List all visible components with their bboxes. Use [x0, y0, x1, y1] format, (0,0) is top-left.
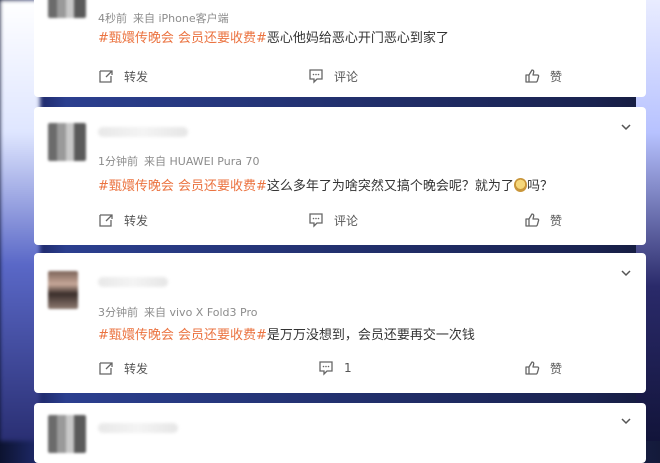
- repost-button[interactable]: 转发: [98, 210, 148, 230]
- comment-card: [34, 403, 646, 463]
- comment-label: 评论: [334, 69, 359, 84]
- like-label: 赞: [550, 69, 563, 84]
- repost-label: 转发: [124, 361, 149, 376]
- topic-link[interactable]: #甄嬛传晚会 会员还要收费#: [98, 328, 267, 343]
- action-bar: 转发 评论 赞: [34, 66, 646, 86]
- repost-button[interactable]: 转发: [98, 358, 148, 378]
- like-label: 赞: [550, 361, 563, 376]
- comment-text: 是万万没想到，会员还要再交一次钱: [266, 328, 475, 343]
- comment-feed: 4秒前 来自 iPhone客户端 #甄嬛传晚会 会员还要收费#恶心他妈给恶心开门恶…: [34, 0, 646, 463]
- thumbs-up-icon: [525, 361, 540, 375]
- topic-link[interactable]: #甄嬛传晚会 会员还要收费#: [98, 179, 267, 194]
- repost-icon: [99, 362, 113, 375]
- topic-link[interactable]: #甄嬛传晚会 会员还要收费#: [98, 31, 267, 46]
- chevron-down-icon[interactable]: [620, 267, 632, 279]
- action-bar: 转发 1 赞: [34, 358, 646, 378]
- chevron-down-icon[interactable]: [620, 415, 632, 427]
- money-bag-emoji-icon: [513, 178, 527, 192]
- comment-card: 4秒前 来自 iPhone客户端 #甄嬛传晚会 会员还要收费#恶心他妈给恶心开门恶…: [34, 0, 646, 97]
- comment-button[interactable]: 1: [318, 358, 352, 378]
- comment-meta: 4秒前 来自 iPhone客户端: [98, 10, 235, 26]
- chevron-down-icon[interactable]: [620, 121, 632, 133]
- comment-content: #甄嬛传晚会 会员还要收费#是万万没想到，会员还要再交一次钱: [98, 324, 475, 343]
- repost-icon: [99, 214, 113, 227]
- comment-source: 来自 vivo X Fold3 Pro: [144, 306, 258, 319]
- avatar[interactable]: [48, 415, 86, 453]
- thumbs-up-icon: [525, 213, 540, 227]
- username-blurred[interactable]: [98, 127, 188, 137]
- comment-icon: [309, 213, 323, 228]
- comment-icon: [309, 69, 323, 84]
- avatar[interactable]: [48, 271, 78, 309]
- like-button[interactable]: 赞: [524, 66, 562, 86]
- comment-time: 4秒前: [98, 12, 127, 25]
- like-button[interactable]: 赞: [524, 358, 562, 378]
- comment-text: 这么多年了为啥突然又搞个晚会呢？就为了: [266, 179, 514, 194]
- comment-content: #甄嬛传晚会 会员还要收费#恶心他妈给恶心开门恶心到家了: [98, 27, 449, 46]
- comment-text: 恶心他妈给恶心开门恶心到家了: [266, 31, 449, 46]
- thumbs-up-icon: [525, 69, 540, 83]
- comment-card: 3分钟前 来自 vivo X Fold3 Pro #甄嬛传晚会 会员还要收费#是万…: [34, 253, 646, 393]
- action-bar: 转发 评论 赞: [34, 210, 646, 230]
- like-label: 赞: [550, 213, 563, 228]
- repost-icon: [99, 70, 113, 83]
- comment-icon: [319, 361, 333, 376]
- avatar[interactable]: [48, 123, 86, 161]
- comment-meta: 1分钟前 来自 HUAWEI Pura 70: [98, 153, 265, 169]
- comment-count: 1: [344, 361, 352, 375]
- comment-source: 来自 iPhone客户端: [133, 12, 229, 25]
- repost-button[interactable]: 转发: [98, 66, 148, 86]
- username-blurred[interactable]: [98, 277, 168, 287]
- repost-label: 转发: [124, 69, 149, 84]
- comment-text-tail: 吗？: [526, 179, 553, 194]
- comment-button[interactable]: 评论: [308, 210, 358, 230]
- comment-card: 1分钟前 来自 HUAWEI Pura 70 #甄嬛传晚会 会员还要收费#这么多年…: [34, 107, 646, 245]
- username-blurred[interactable]: [98, 423, 178, 433]
- comment-time: 3分钟前: [98, 306, 138, 319]
- comment-meta: 3分钟前 来自 vivo X Fold3 Pro: [98, 304, 263, 320]
- comment-source: 来自 HUAWEI Pura 70: [144, 155, 260, 168]
- avatar[interactable]: [48, 0, 86, 18]
- comment-button[interactable]: 评论: [308, 66, 358, 86]
- repost-label: 转发: [124, 213, 149, 228]
- comment-time: 1分钟前: [98, 155, 138, 168]
- comment-content: #甄嬛传晚会 会员还要收费#这么多年了为啥突然又搞个晚会呢？就为了 吗？: [98, 175, 553, 194]
- like-button[interactable]: 赞: [524, 210, 562, 230]
- comment-label: 评论: [334, 213, 359, 228]
